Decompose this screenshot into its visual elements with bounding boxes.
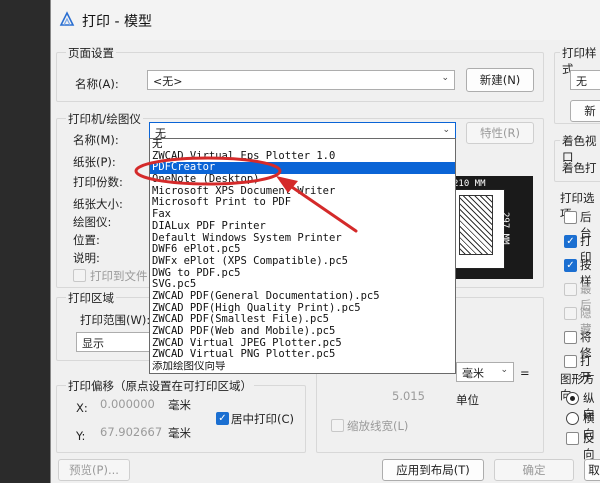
reverse-label: 反向 <box>583 431 595 461</box>
dropdown-option[interactable]: ZWCAD PDF(High Quality Print).pc5 <box>150 303 455 315</box>
printable-area <box>459 195 493 255</box>
scale-value[interactable]: 5.015 <box>392 389 425 403</box>
paper-size-label: 纸张大小: <box>73 197 123 211</box>
orientation-radio-portrait[interactable] <box>566 392 579 405</box>
dropdown-option[interactable]: ZWCAD PDF(Smallest File).pc5 <box>150 314 455 326</box>
printer-group-label: 打印机/绘图仪 <box>66 111 143 127</box>
page-setup-name-value: <无> <box>153 75 183 88</box>
offset-y-unit: 毫米 <box>168 426 191 440</box>
plotter-label: 绘图仪: <box>73 215 112 229</box>
chevron-down-icon: ⌄ <box>500 365 508 375</box>
cancel-button[interactable]: 取 <box>584 459 600 481</box>
dropdown-option[interactable]: ZWCAD PDF(General Documentation).pc5 <box>150 291 455 303</box>
option-checkbox-3[interactable] <box>564 283 577 296</box>
offset-x-label: X: <box>76 401 88 415</box>
location-label: 位置: <box>73 233 100 247</box>
scale-unit-value: 毫米 <box>462 367 484 380</box>
annotation-ellipse <box>134 156 282 186</box>
print-range-label: 打印范围(W): <box>80 313 151 327</box>
scale-unit-label: 单位 <box>456 393 479 407</box>
print-area-label: 打印区域 <box>66 290 116 306</box>
dropdown-option[interactable]: 无 <box>150 139 455 151</box>
page-setup-label: 页面设置 <box>66 45 116 61</box>
shade-print-label: 着色打 <box>562 161 597 175</box>
copies-label: 打印份数: <box>73 175 123 189</box>
option-checkbox-1[interactable]: ✓ <box>564 235 577 248</box>
annotation-arrow-shaft <box>284 181 358 233</box>
dropdown-option[interactable]: DWFx ePlot (XPS Compatible).pc5 <box>150 256 455 268</box>
ok-button[interactable]: 确定 <box>494 459 574 481</box>
print-offset-label: 打印偏移（原点设置在可打印区域） <box>66 378 254 394</box>
reverse-checkbox[interactable] <box>566 432 579 445</box>
offset-x-value[interactable]: 0.000000 <box>100 397 155 411</box>
apply-to-layout-button[interactable]: 应用到布局(T) <box>382 459 484 481</box>
option-checkbox-0[interactable] <box>564 211 577 224</box>
center-print-label: 居中打印(C) <box>231 412 295 426</box>
print-to-file-label: 打印到文件 <box>90 269 148 283</box>
offset-y-label: Y: <box>76 429 86 443</box>
new-style-button[interactable]: 新 <box>570 100 600 122</box>
chevron-down-icon: ⌄ <box>441 73 449 83</box>
printer-name-label: 名称(M): <box>73 133 119 147</box>
paper-height-label: 297 MM <box>500 212 510 245</box>
paper-width-label: 210 MM <box>453 179 486 189</box>
print-style-value: 无 <box>576 75 587 88</box>
scale-lineweight-label: 缩放线宽(L) <box>347 419 409 433</box>
window-title: 打印 - 模型 <box>82 14 152 30</box>
dropdown-option[interactable]: 添加绘图仪向导 <box>150 361 455 373</box>
scale-unit-combo[interactable]: 毫米 ⌄ <box>456 362 514 382</box>
center-print-checkbox[interactable]: ✓ <box>216 412 229 425</box>
option-checkbox-2[interactable]: ✓ <box>564 259 577 272</box>
add-page-setup-button[interactable]: 新建(N) <box>466 68 534 92</box>
scale-equals: = <box>520 366 530 380</box>
page-setup-name-label: 名称(A): <box>75 77 119 91</box>
print-to-file-checkbox[interactable] <box>73 269 86 282</box>
offset-y-value[interactable]: 67.902667 <box>100 425 162 439</box>
preview-button[interactable]: 预览(P)... <box>58 459 130 481</box>
printer-properties-button[interactable]: 特性(R) <box>466 122 534 144</box>
dropdown-option[interactable]: SVG.pc5 <box>150 279 455 291</box>
scale-lineweight-checkbox[interactable] <box>331 419 344 432</box>
option-checkbox-4[interactable] <box>564 307 577 320</box>
dropdown-option[interactable]: ZWCAD Virtual JPEG Plotter.pc5 <box>150 338 455 350</box>
option-checkbox-5[interactable] <box>564 331 577 344</box>
chevron-down-icon: ⌄ <box>442 125 450 135</box>
offset-x-unit: 毫米 <box>168 398 191 412</box>
dropdown-option[interactable]: ZWCAD Virtual PNG Plotter.pc5 <box>150 349 455 361</box>
dropdown-option[interactable]: DWF6 ePlot.pc5 <box>150 244 455 256</box>
description-label: 说明: <box>73 251 100 265</box>
print-style-combo[interactable]: 无 <box>570 70 600 90</box>
print-app-icon <box>59 11 75 26</box>
page-setup-name-combo[interactable]: <无> ⌄ <box>147 70 455 90</box>
print-range-value: 显示 <box>82 337 104 350</box>
dropdown-option[interactable]: ZWCAD PDF(Web and Mobile).pc5 <box>150 326 455 338</box>
dropdown-option[interactable]: DWG to PDF.pc5 <box>150 268 455 280</box>
paper-label: 纸张(P): <box>73 155 116 169</box>
annotation-overlay <box>134 156 358 233</box>
orientation-radio-landscape[interactable] <box>566 412 579 425</box>
option-checkbox-6[interactable] <box>564 355 577 368</box>
